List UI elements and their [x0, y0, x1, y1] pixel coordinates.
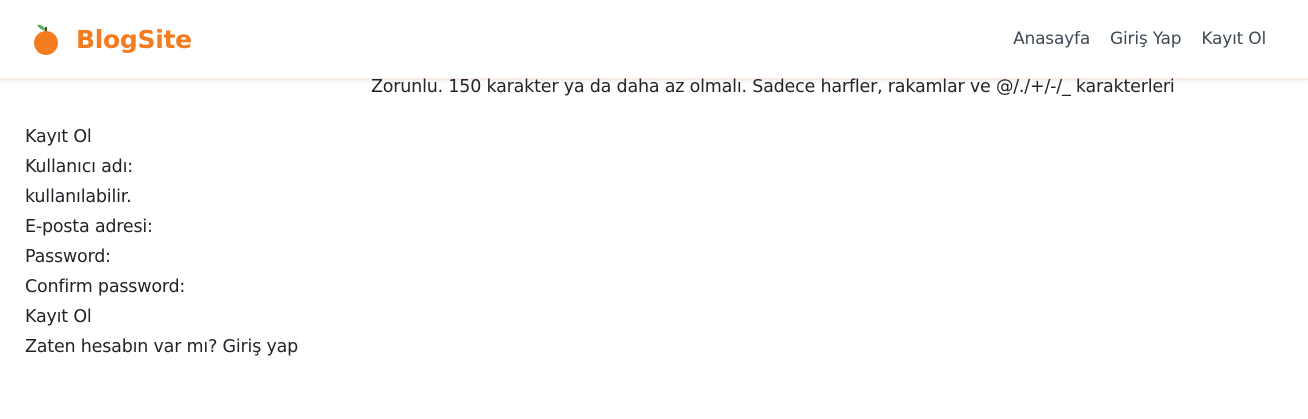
- email-label: E-posta adresi:: [25, 217, 153, 237]
- username-label: Kullanıcı adı:: [25, 157, 133, 177]
- brand-link[interactable]: BlogSite: [32, 22, 192, 56]
- nav-link-kayit-ol[interactable]: Kayıt Ol: [1201, 29, 1266, 49]
- nav-link-anasayfa[interactable]: Anasayfa: [1013, 29, 1090, 49]
- confirm-password-label: Confirm password:: [25, 277, 186, 297]
- nav-link-giris-yap[interactable]: Giriş Yap: [1110, 29, 1182, 49]
- brand-name: BlogSite: [76, 24, 192, 54]
- username-help-wrap: kullanılabilir.: [25, 187, 132, 207]
- navbar: BlogSite Anasayfa Giriş Yap Kayıt Ol: [0, 0, 1308, 80]
- password-label: Password:: [25, 247, 111, 267]
- form-title: Kayıt Ol: [25, 127, 92, 147]
- submit-button[interactable]: Kayıt Ol: [25, 302, 1308, 332]
- signup-form: Kayıt Ol Kullanıcı adı: kullanılabilir. …: [0, 80, 1308, 362]
- orange-icon: [32, 22, 60, 56]
- username-help-text: Zorunlu. 150 karakter ya da daha az olma…: [371, 77, 1175, 97]
- nav-links: Anasayfa Giriş Yap Kayıt Ol: [1013, 29, 1266, 49]
- login-link[interactable]: Zaten hesabın var mı? Giriş yap: [25, 332, 1308, 362]
